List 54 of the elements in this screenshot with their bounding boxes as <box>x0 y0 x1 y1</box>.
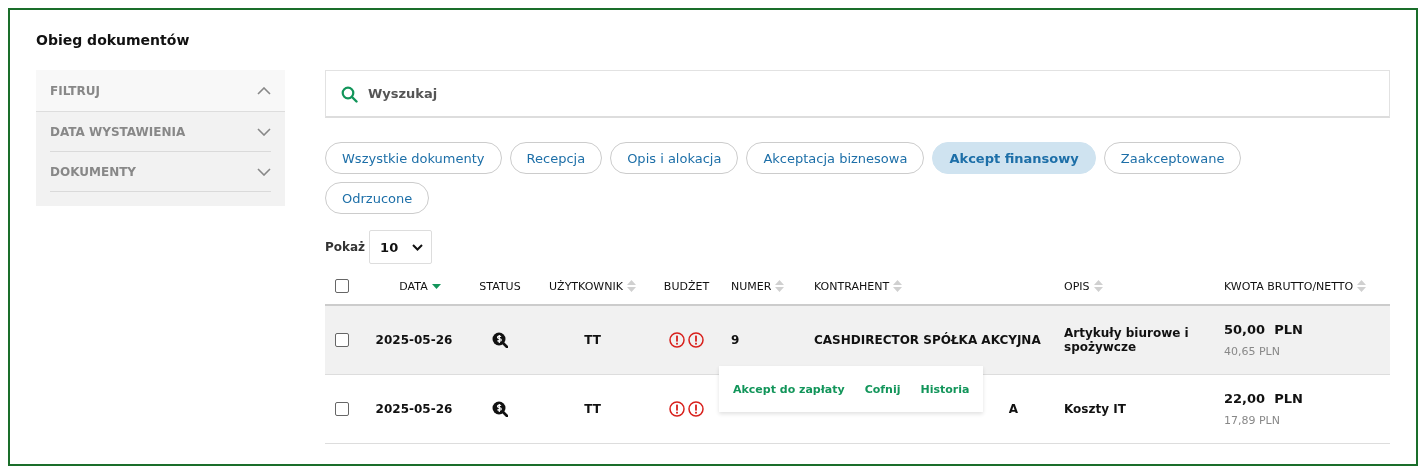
filter-tab[interactable]: Zaakceptowane <box>1103 142 1242 174</box>
checkbox[interactable] <box>335 279 349 293</box>
warning-icon <box>688 332 704 348</box>
column-header[interactable]: KONTRAHENT <box>814 279 890 293</box>
search-field[interactable]: Wyszukaj <box>325 70 1390 118</box>
page-size-label: Pokaż <box>325 240 366 254</box>
column-header[interactable]: UŻYTKOWNIK <box>549 279 623 293</box>
action-link[interactable]: Akcept do zapłaty <box>733 382 845 396</box>
filter-header[interactable]: DATA WYSTAWIENIA <box>50 112 271 152</box>
chevron-up-icon <box>257 86 271 95</box>
sort-icon <box>626 280 636 292</box>
warning-icon <box>669 332 685 348</box>
table-cell: CASHDIRECTOR SPÓŁKA AKCYJNA <box>814 333 1041 347</box>
warning-icon <box>669 401 685 417</box>
column-header[interactable]: KWOTA BRUTTO/NETTO <box>1224 279 1354 293</box>
column-header[interactable]: STATUS <box>479 279 521 293</box>
search-icon <box>341 86 358 103</box>
page-title: Obieg dokumentów <box>36 32 191 50</box>
column-header[interactable]: BUDŻET <box>663 279 710 293</box>
table-cell: TT <box>584 333 601 347</box>
filter-tab[interactable]: Odrzucone <box>325 182 430 214</box>
filter-tab[interactable]: Opis i alokacja <box>610 142 739 174</box>
page-size-select[interactable]: 10 <box>369 230 433 264</box>
filter-tab[interactable]: Akceptacja biznesowa <box>746 142 925 174</box>
amount-net: 40,65 PLN <box>1224 345 1280 358</box>
column-header[interactable]: OPIS <box>1064 279 1090 293</box>
filter-header[interactable]: DOKUMENTY <box>50 152 271 192</box>
checkbox[interactable] <box>335 402 349 416</box>
filter-tab[interactable]: Recepcja <box>509 142 603 174</box>
column-header[interactable]: DATA <box>399 279 428 293</box>
sort-icon <box>1357 280 1367 292</box>
amount-gross: 22,00 PLN <box>1224 391 1303 406</box>
table-cell: 2025-05-26 <box>375 333 453 347</box>
chevron-down-icon <box>412 243 424 251</box>
checkbox[interactable] <box>335 333 349 347</box>
warning-icon <box>688 401 704 417</box>
search-dollar-icon <box>492 401 508 417</box>
sort-icon <box>1093 280 1103 292</box>
filter-tab[interactable]: Wszystkie dokumenty <box>325 142 502 174</box>
amount-net: 17,89 PLN <box>1224 414 1280 427</box>
action-link[interactable]: Cofnij <box>864 382 901 396</box>
chevron-down-icon <box>257 127 271 136</box>
action-link[interactable]: Historia <box>920 382 970 396</box>
filter-tab[interactable]: Akcept finansowy <box>932 142 1096 174</box>
amount-gross: 50,00 PLN <box>1224 322 1303 337</box>
sort-icon <box>775 280 785 292</box>
table-cell-text: Artykuły biurowe i spożywcze <box>1064 326 1190 354</box>
search-dollar-icon <box>492 332 508 348</box>
filter-header[interactable]: FILTRUJ <box>36 70 285 112</box>
table-cell: 9 <box>731 333 740 347</box>
sort-icon <box>893 280 903 292</box>
chevron-down-icon <box>257 167 271 176</box>
sort-descending-icon <box>431 283 441 289</box>
column-header[interactable]: NUMER <box>731 279 772 293</box>
